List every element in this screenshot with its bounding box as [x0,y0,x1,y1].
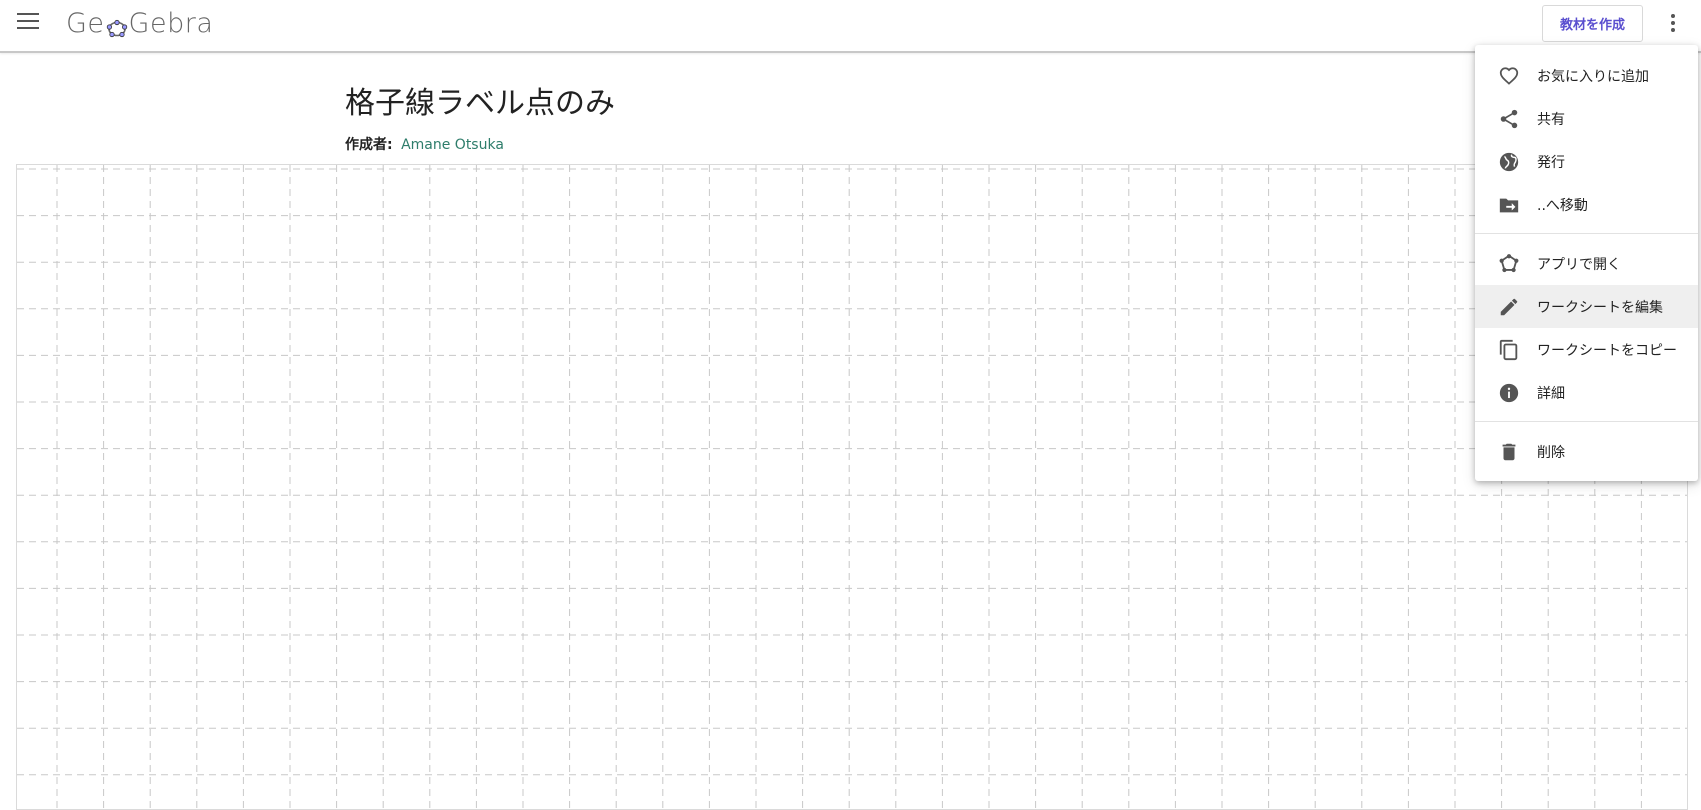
author-link[interactable]: Amane Otsuka [401,137,504,153]
geogebra-app-icon [1497,252,1521,276]
info-icon [1497,381,1521,405]
trash-icon [1497,440,1521,464]
menu-item-label: ワークシートをコピー [1537,342,1677,359]
grid-canvas [17,165,1687,809]
menu-item-copy-worksheet[interactable]: ワークシートをコピー [1475,328,1698,371]
menu-divider [1475,233,1698,234]
folder-move-icon [1497,193,1521,217]
menu-item-details[interactable]: 詳細 [1475,371,1698,414]
menu-item-edit-worksheet[interactable]: ワークシートを編集 [1475,285,1698,328]
geogebra-logo[interactable]: Ge Gebra [66,5,213,41]
create-material-button[interactable]: 教材を作成 [1542,5,1643,42]
more-vert-icon[interactable] [1664,12,1682,34]
menu-item-label: 削除 [1537,444,1565,461]
geogebra-logo-icon [106,15,128,38]
top-app-bar: Ge Gebra 教材を作成 [0,0,1701,53]
menu-item-share[interactable]: 共有 [1475,97,1698,140]
logo-text-right: Gebra [128,7,214,39]
logo-text-left: Ge [66,7,105,39]
menu-item-label: ..へ移動 [1537,197,1588,214]
globe-icon [1497,150,1521,174]
menu-item-label: お気に入りに追加 [1537,68,1649,85]
menu-divider [1475,421,1698,422]
menu-item-delete[interactable]: 削除 [1475,430,1698,473]
page-title: 格子線ラベル点のみ [345,86,615,121]
graphics-view-applet[interactable] [16,164,1688,810]
menu-item-add-favorite[interactable]: お気に入りに追加 [1475,54,1698,97]
hamburger-menu-icon[interactable] [17,13,39,31]
share-icon [1497,107,1521,131]
copy-icon [1497,338,1521,362]
menu-item-label: ワークシートを編集 [1537,299,1663,316]
menu-item-open-in-app[interactable]: アプリで開く [1475,242,1698,285]
author-label: 作成者: [345,137,393,153]
author-line: 作成者: Amane Otsuka [345,134,504,154]
more-options-menu: お気に入りに追加 共有 発行 ..へ移動 アプリで開く ワークシートを編集 ワー… [1475,45,1698,481]
menu-item-move-to[interactable]: ..へ移動 [1475,183,1698,226]
menu-item-publish[interactable]: 発行 [1475,140,1698,183]
heart-outline-icon [1497,64,1521,88]
menu-item-label: 詳細 [1537,385,1565,402]
menu-item-label: 共有 [1537,111,1565,128]
menu-item-label: 発行 [1537,154,1565,171]
menu-item-label: アプリで開く [1537,256,1621,273]
pencil-icon [1497,295,1521,319]
